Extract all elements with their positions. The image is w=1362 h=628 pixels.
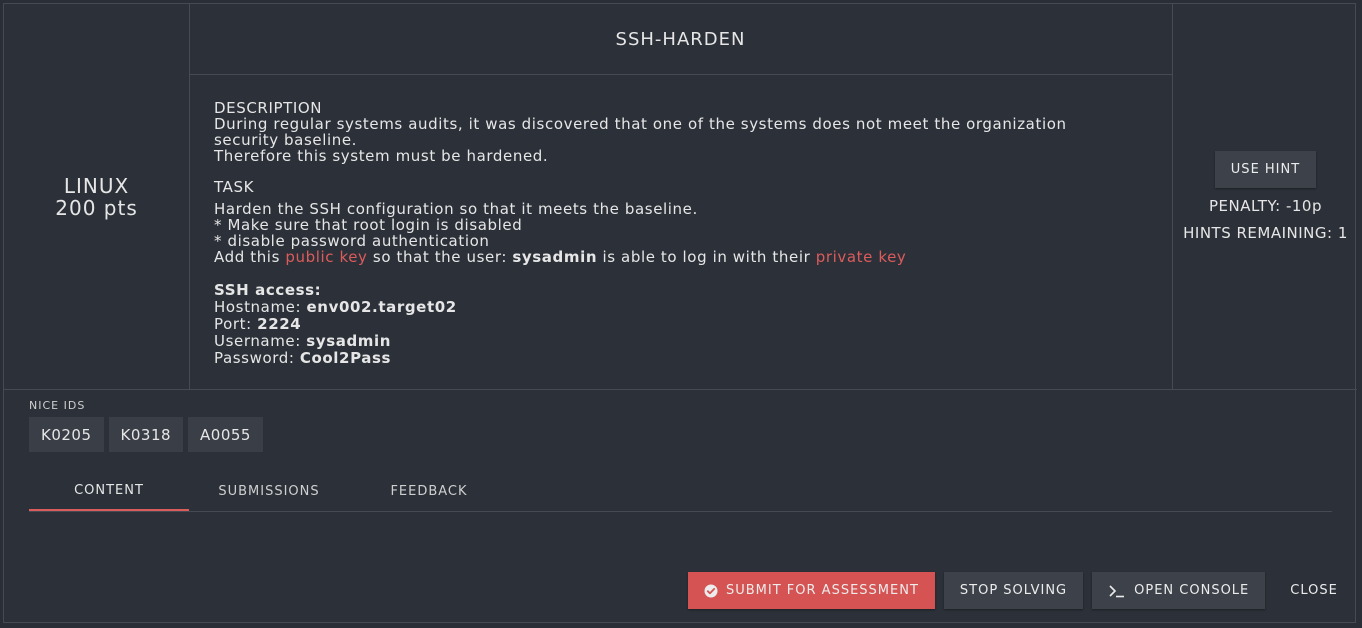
close-button[interactable]: CLOSE: [1274, 572, 1354, 609]
points-label: 200 pts: [55, 195, 138, 220]
nice-ids-list: K0205 K0318 A0055: [29, 417, 263, 452]
ssh-username: Username: sysadmin: [214, 333, 1172, 349]
task-user: sysadmin: [512, 248, 598, 266]
port-label: Port:: [214, 315, 258, 333]
task-line: * Make sure that root login is disabled: [214, 216, 523, 234]
ssh-port: Port: 2224: [214, 316, 1172, 332]
ssh-hostname: Hostname: env002.target02: [214, 299, 1172, 315]
task-text: is able to log in with their: [597, 248, 816, 266]
hostname-label: Hostname:: [214, 298, 307, 316]
task-key-line: Add this public key so that the user: sy…: [214, 249, 1172, 265]
task-text: so that the user:: [367, 248, 513, 266]
challenge-modal: LINUX 200 pts SSH-HARDEN DESCRIPTION Dur…: [3, 3, 1357, 623]
submit-label: SUBMIT FOR ASSESSMENT: [726, 583, 919, 598]
open-console-button[interactable]: OPEN CONSOLE: [1092, 572, 1266, 609]
task-text: Add this: [214, 248, 286, 266]
nice-id-chip: K0205: [29, 417, 104, 452]
use-hint-button[interactable]: USE HINT: [1214, 151, 1317, 188]
hostname-value: env002.target02: [306, 298, 457, 316]
ssh-password: Password: Cool2Pass: [214, 350, 1172, 366]
category-panel: LINUX 200 pts: [4, 4, 190, 389]
content-tabs: CONTENT SUBMISSIONS FEEDBACK: [29, 471, 1332, 512]
username-label: Username:: [214, 332, 307, 350]
challenge-body: DESCRIPTION During regular systems audit…: [189, 75, 1172, 366]
terminal-prompt-icon: [1108, 584, 1126, 598]
description-line: During regular systems audits, it was di…: [214, 115, 1067, 133]
description-line: Therefore this system must be hardened.: [214, 147, 549, 165]
hint-panel: USE HINT PENALTY: -10p HINTS REMAINING: …: [1172, 4, 1358, 389]
hints-remaining: HINTS REMAINING: 1: [1183, 224, 1348, 242]
public-key-link[interactable]: public key: [285, 248, 367, 266]
task-line: Harden the SSH configuration so that it …: [214, 200, 698, 218]
tab-submissions[interactable]: SUBMISSIONS: [189, 471, 349, 511]
challenge-header-row: LINUX 200 pts SSH-HARDEN DESCRIPTION Dur…: [4, 4, 1357, 390]
tab-feedback[interactable]: FEEDBACK: [349, 471, 509, 511]
hint-penalty: PENALTY: -10p: [1209, 197, 1322, 215]
stop-solving-button[interactable]: STOP SOLVING: [943, 572, 1084, 609]
nice-id-chip: A0055: [188, 417, 263, 452]
tab-content[interactable]: CONTENT: [29, 471, 189, 511]
nice-ids-label: NICE IDS: [29, 399, 86, 412]
action-bar: SUBMIT FOR ASSESSMENT STOP SOLVING OPEN …: [688, 572, 1354, 609]
category-label: LINUX: [63, 173, 130, 198]
open-console-label: OPEN CONSOLE: [1134, 583, 1250, 598]
port-value: 2224: [257, 315, 302, 333]
nice-id-chip: K0318: [108, 417, 184, 452]
ssh-access-header: SSH access:: [214, 282, 1172, 298]
ssh-header-text: SSH access:: [214, 281, 322, 299]
task-label: TASK: [214, 178, 255, 196]
private-key-link[interactable]: private key: [816, 248, 907, 266]
submit-for-assessment-button[interactable]: SUBMIT FOR ASSESSMENT: [688, 572, 935, 609]
username-value: sysadmin: [306, 332, 392, 350]
description-line: security baseline.: [214, 131, 358, 149]
check-circle-icon: [704, 584, 718, 598]
challenge-title: SSH-HARDEN: [189, 4, 1172, 75]
password-label: Password:: [214, 349, 300, 367]
description-label: DESCRIPTION: [214, 99, 323, 117]
task-line: * disable password authentication: [214, 232, 490, 250]
password-value: Cool2Pass: [299, 349, 392, 367]
challenge-content-panel: SSH-HARDEN DESCRIPTION During regular sy…: [189, 4, 1172, 389]
